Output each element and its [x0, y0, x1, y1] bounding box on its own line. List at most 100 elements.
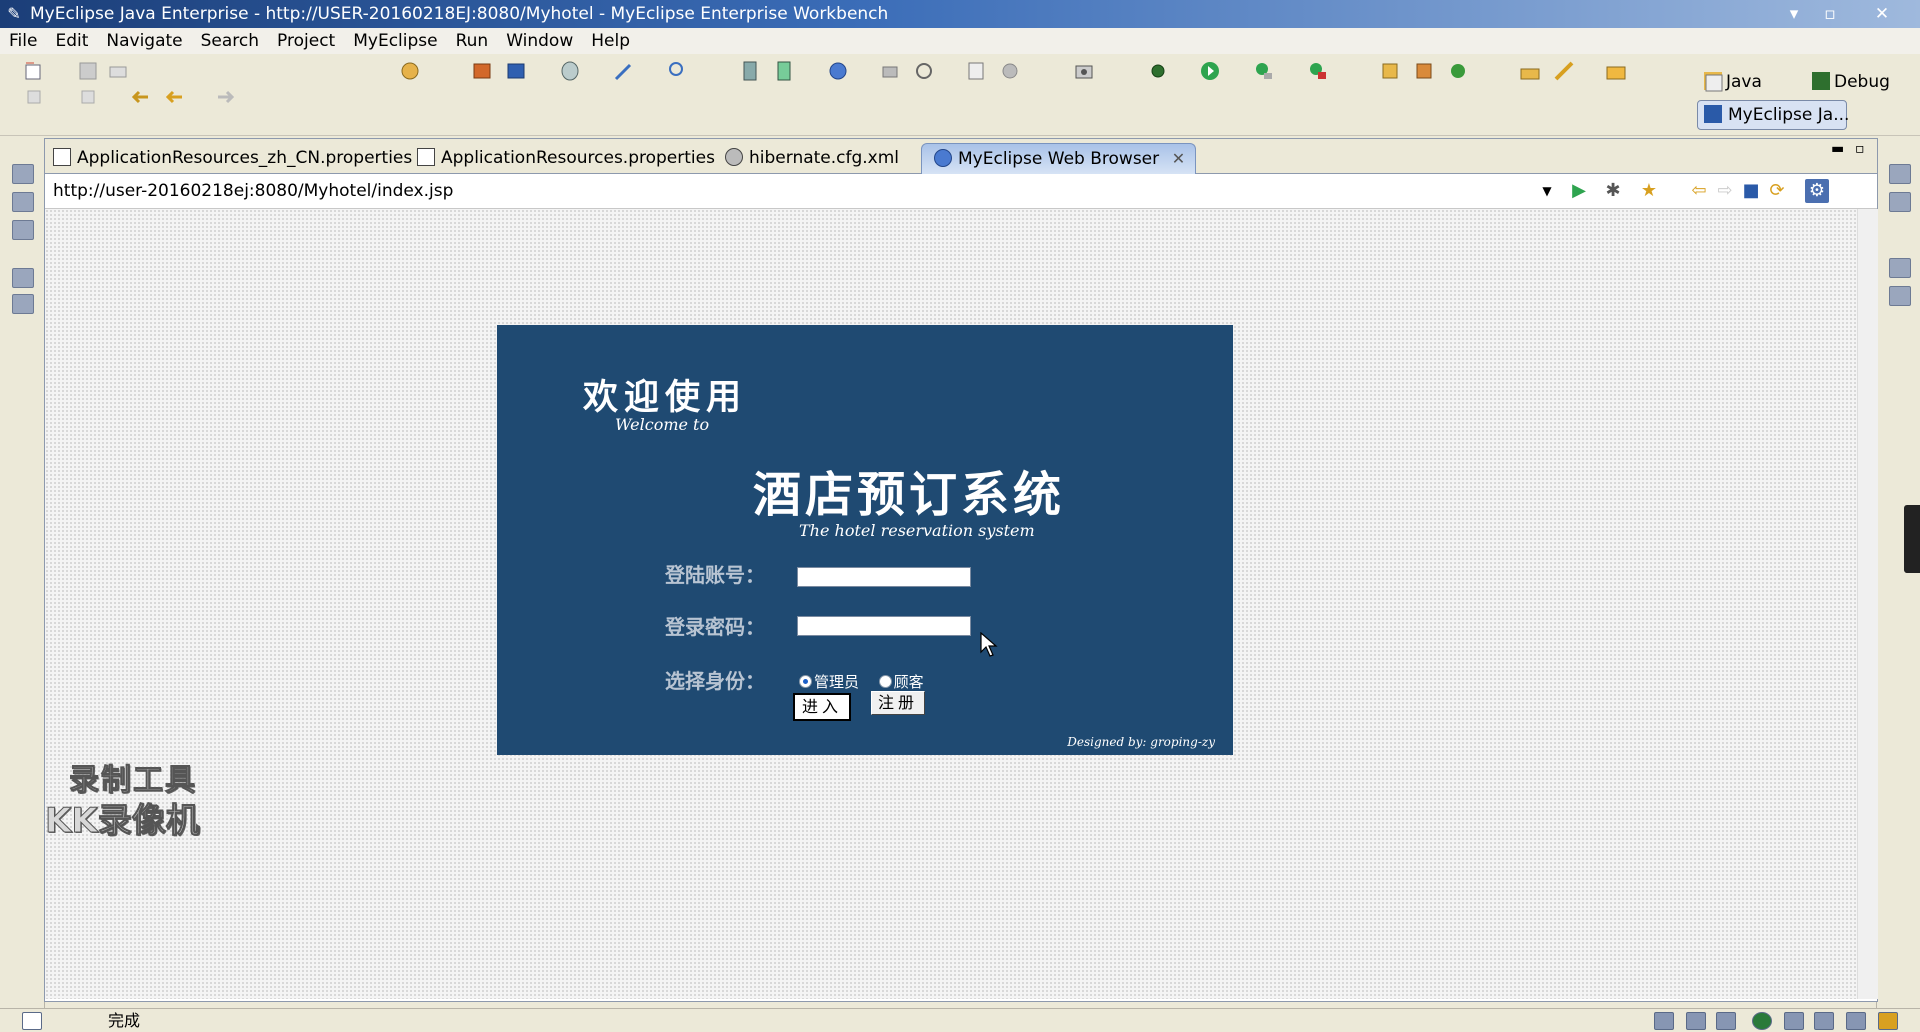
menu-window[interactable]: Window [497, 28, 582, 54]
role-admin-radio[interactable] [799, 675, 812, 688]
restore-view-icon[interactable] [12, 164, 34, 184]
console-icon[interactable] [1889, 286, 1911, 306]
uml-icon[interactable] [878, 59, 902, 83]
system-title: 酒店预订系统 [753, 467, 1066, 523]
close-window-button[interactable]: ✕ [1864, 0, 1900, 28]
browser-settings-icon[interactable]: ⚙ [1805, 179, 1829, 203]
run-icon[interactable] [1198, 59, 1222, 83]
go-icon[interactable]: ▶ [1567, 179, 1591, 203]
recorder-watermark: 录制工具 KK录像机 [45, 755, 205, 845]
side-panel-handle[interactable] [1904, 505, 1920, 573]
new-class-icon[interactable] [1378, 59, 1402, 83]
debug-page-icon[interactable]: ✱ [1601, 179, 1625, 203]
new-icon[interactable] [22, 59, 46, 83]
status-sync-icon[interactable] [1846, 1012, 1866, 1030]
status-tasks-icon[interactable] [1716, 1012, 1736, 1030]
tab-application-resources[interactable]: ApplicationResources.properties [417, 143, 715, 173]
new-package-icon[interactable] [1412, 59, 1436, 83]
status-console-icon[interactable] [1784, 1012, 1804, 1030]
print-icon[interactable] [106, 59, 130, 83]
search-tool-icon[interactable] [666, 59, 690, 83]
perspective-debug[interactable]: Debug [1812, 70, 1890, 94]
status-web-icon[interactable] [1752, 1012, 1772, 1030]
debug-bug-icon[interactable] [1146, 59, 1170, 83]
password-input[interactable] [797, 616, 971, 636]
minimize-button[interactable]: ▾ [1776, 0, 1812, 28]
last-edit-icon[interactable] [128, 85, 152, 109]
url-dropdown-icon[interactable]: ▼ [1537, 180, 1557, 202]
tab-hibernate-cfg[interactable]: hibernate.cfg.xml [725, 143, 899, 173]
perspective-myeclipse[interactable]: MyEclipse Ja... [1697, 100, 1850, 130]
open-perspective-icon[interactable] [1702, 71, 1726, 95]
minimize-editor-icon[interactable]: ▬ [1831, 141, 1844, 157]
globe-icon[interactable] [826, 59, 850, 83]
camera-icon[interactable] [1072, 59, 1096, 83]
system-subtitle: The hotel reservation system [799, 521, 1035, 540]
refresh-icon[interactable]: ⟳ [1765, 179, 1789, 203]
report-icon[interactable] [964, 59, 988, 83]
account-input[interactable] [797, 567, 971, 587]
menu-myeclipse[interactable]: MyEclipse [344, 28, 446, 54]
register-button[interactable]: 注册 [871, 691, 925, 715]
browser-viewport: 欢迎使用 Welcome to 酒店预订系统 The hotel reserva… [45, 209, 1857, 999]
fast-view-icon[interactable] [22, 1012, 42, 1030]
web-project-icon[interactable] [398, 59, 422, 83]
browser-forward-icon[interactable]: ⇨ [1713, 179, 1737, 203]
open-folder-icon[interactable] [1604, 59, 1628, 83]
server-icon[interactable] [738, 59, 762, 83]
browser-back-icon[interactable]: ⇦ [1687, 179, 1711, 203]
new-interface-icon[interactable] [1446, 59, 1470, 83]
tab-application-resources-zh-cn[interactable]: ApplicationResources_zh_CN.properties [53, 143, 412, 173]
status-servers-icon[interactable] [1814, 1012, 1834, 1030]
debug-perspective-icon [1812, 72, 1830, 90]
wizard-icon[interactable] [612, 59, 636, 83]
tab-web-browser[interactable]: MyEclipse Web Browser ✕ [921, 143, 1197, 174]
deploy-icon[interactable] [504, 59, 528, 83]
settings-tool-icon[interactable] [998, 59, 1022, 83]
main-toolbar: Java Debug [0, 55, 1920, 136]
hierarchy-icon[interactable] [12, 294, 34, 314]
server-config-icon[interactable] [772, 59, 796, 83]
restore-right-view-icon[interactable] [1889, 164, 1911, 184]
next-annotation-icon[interactable] [22, 85, 46, 109]
outline-view-icon[interactable] [1889, 192, 1911, 212]
restore-right-view-2-icon[interactable] [1889, 258, 1911, 278]
close-tab-icon[interactable]: ✕ [1172, 144, 1185, 174]
menu-file[interactable]: File [0, 28, 46, 54]
back-arrow-icon[interactable] [162, 85, 186, 109]
menu-navigate[interactable]: Navigate [97, 28, 191, 54]
status-restore-icon[interactable] [1654, 1012, 1674, 1030]
prev-annotation-icon[interactable] [76, 85, 100, 109]
restore-view-2-icon[interactable] [12, 268, 34, 288]
refresh-model-icon[interactable] [912, 59, 936, 83]
run-external-icon[interactable] [1252, 59, 1276, 83]
window-title: MyEclipse Java Enterprise - http://USER-… [30, 4, 889, 24]
package-icon[interactable] [470, 59, 494, 83]
restore-button[interactable]: ▫ [1812, 0, 1848, 28]
favorite-icon[interactable]: ★ [1637, 179, 1661, 203]
menu-help[interactable]: Help [582, 28, 639, 54]
stop-icon[interactable]: ■ [1739, 179, 1763, 203]
role-customer-radio[interactable] [878, 675, 892, 688]
profile-icon[interactable] [1306, 59, 1330, 83]
status-edit-icon[interactable] [1878, 1012, 1898, 1030]
database-icon[interactable] [558, 59, 582, 83]
forward-arrow-icon[interactable] [214, 85, 238, 109]
editor-tabs: ApplicationResources_zh_CN.properties Ap… [45, 139, 1877, 174]
edit-tool-icon[interactable] [1552, 59, 1576, 83]
enter-button[interactable]: 进入 [793, 693, 851, 721]
menu-search[interactable]: Search [192, 28, 268, 54]
outline-icon[interactable] [12, 220, 34, 240]
open-type-icon[interactable] [1518, 59, 1542, 83]
maximize-editor-icon[interactable]: ▫ [1855, 141, 1865, 157]
vertical-scrollbar[interactable] [1857, 209, 1878, 999]
save-icon[interactable] [76, 59, 100, 83]
properties-file-icon [417, 148, 435, 166]
menu-project[interactable]: Project [268, 28, 344, 54]
menu-edit[interactable]: Edit [46, 28, 97, 54]
menu-run[interactable]: Run [447, 28, 498, 54]
url-field[interactable]: http://user-20160218ej:8080/Myhotel/inde… [53, 180, 1553, 202]
package-explorer-icon[interactable] [12, 192, 34, 212]
status-snippets-icon[interactable] [1686, 1012, 1706, 1030]
perspective-myeclipse-label: MyEclipse Ja... [1728, 105, 1850, 125]
